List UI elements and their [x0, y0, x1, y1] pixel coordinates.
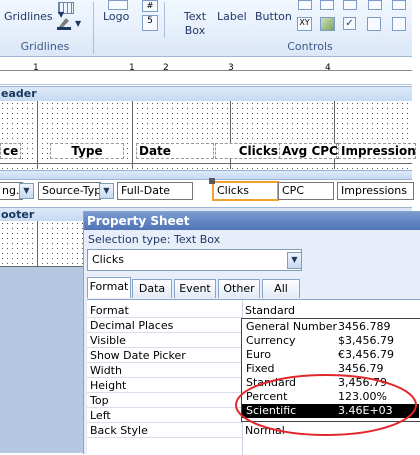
highlight-annotation — [235, 374, 417, 436]
highlight-ellipse — [235, 374, 417, 436]
